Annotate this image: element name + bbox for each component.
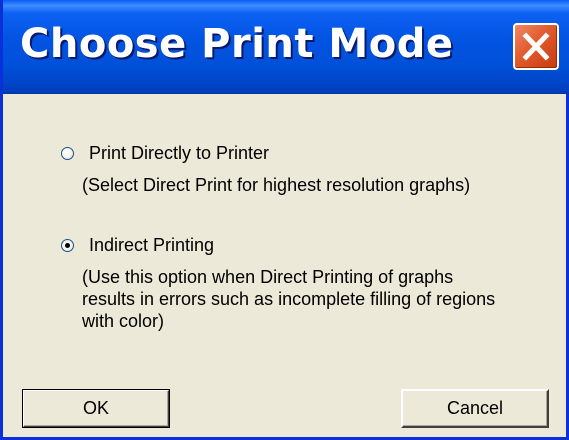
direct-print-radio[interactable] [61, 147, 74, 160]
indirect-print-label[interactable]: Indirect Printing [89, 234, 214, 256]
close-icon [522, 32, 550, 61]
dialog-title: Choose Print Mode [20, 21, 454, 67]
ok-button[interactable]: OK [22, 389, 170, 428]
direct-print-description: (Select Direct Print for highest resolut… [82, 175, 471, 195]
print-mode-dialog: Choose Print Mode Print Directly to Prin… [0, 0, 569, 440]
title-bar[interactable]: Choose Print Mode [3, 0, 569, 94]
cancel-button[interactable]: Cancel [401, 389, 549, 428]
indirect-print-description: (Use this option when Direct Printing of… [82, 267, 496, 331]
indirect-print-radio[interactable] [61, 239, 74, 252]
direct-print-label[interactable]: Print Directly to Printer [89, 142, 269, 164]
close-button[interactable] [513, 23, 559, 70]
